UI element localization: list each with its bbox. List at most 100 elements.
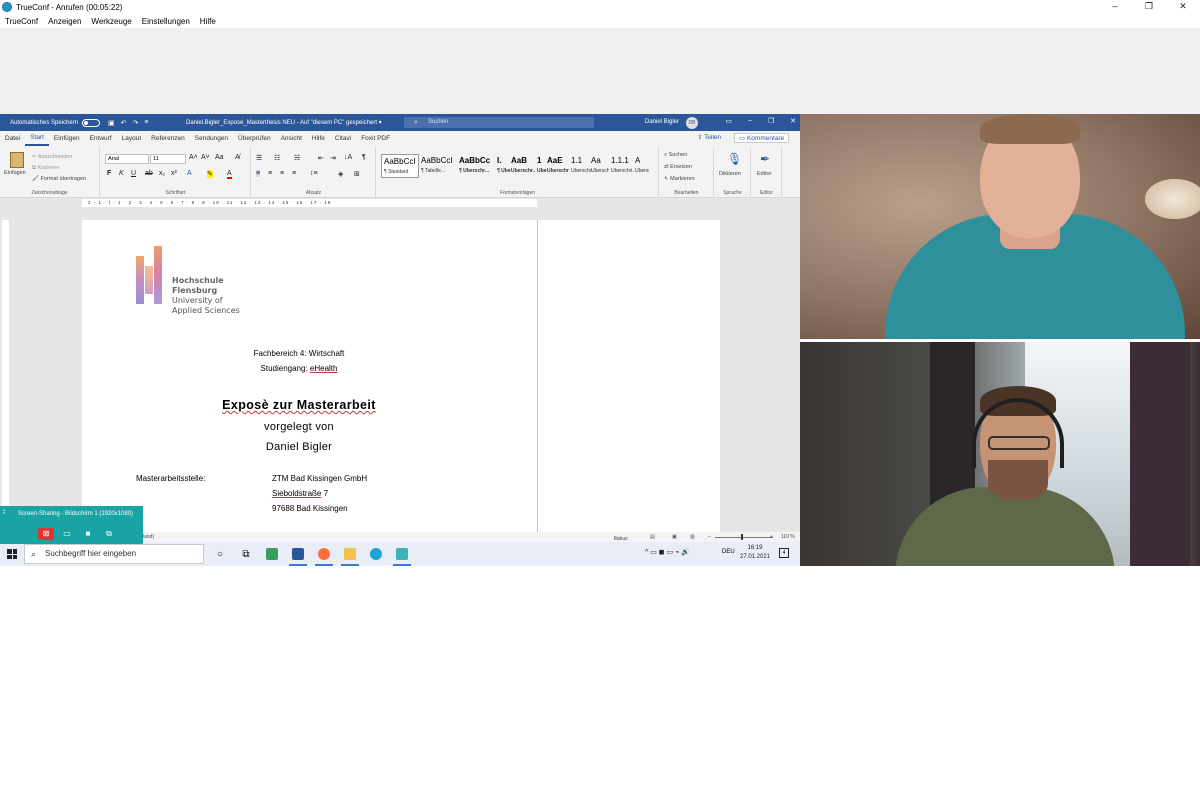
participant-video-1[interactable] [800, 114, 1200, 339]
comments-button[interactable]: ▭ Kommentare [734, 133, 790, 143]
participant-video-2[interactable] [800, 342, 1200, 566]
document-title[interactable]: Daniel.Bigler_Expose_Masterthesis NEU - … [186, 119, 382, 126]
citavi-app-icon[interactable] [259, 542, 285, 566]
word-restore-icon[interactable]: ❐ [768, 117, 774, 125]
format-painter-button[interactable]: 🖌 Format übertragen [32, 176, 86, 182]
minimize-button[interactable]: – [1098, 0, 1132, 14]
save-icon[interactable]: ▣ [108, 119, 115, 127]
print-layout-icon[interactable]: ▣ [672, 534, 677, 540]
cortana-icon[interactable]: ○ [207, 542, 233, 566]
clear-format-icon[interactable]: A̸ [235, 154, 240, 161]
highlight-icon[interactable]: ✎ [207, 170, 213, 178]
bullets-icon[interactable]: ☰ [256, 154, 262, 162]
edge-app-icon[interactable] [363, 542, 389, 566]
tab-foxit-pdf[interactable]: Foxit PDF [356, 135, 395, 142]
redo-icon[interactable]: ↷ [133, 119, 139, 127]
tab-einfuegen[interactable]: Einfügen [49, 135, 85, 142]
drag-handle-icon[interactable]: ⁞⁞ [3, 510, 6, 516]
horizontal-ruler[interactable]: 2 · 1 · | · 1 · 2 · 3 · 4 · 5 · 6 · 7 · … [82, 199, 537, 207]
menu-anzeigen[interactable]: Anzeigen [43, 17, 86, 26]
bold-icon[interactable]: F [107, 170, 111, 177]
sort-icon[interactable]: ↓A [344, 154, 352, 161]
zoom-slider-thumb[interactable] [741, 534, 743, 540]
system-tray[interactable]: ^ ▭ ◼ ▭ ⌁ 🔊 [645, 548, 690, 556]
ribbon-display-icon[interactable]: ▭ [725, 117, 732, 125]
line-spacing-icon[interactable]: ↕≡ [310, 170, 318, 177]
style-standard[interactable]: AaBbCcI ¶ Standard [381, 154, 419, 178]
align-left-icon[interactable]: ≡ [256, 170, 261, 177]
zoom-level[interactable]: 110 % [781, 534, 795, 540]
tab-referenzen[interactable]: Referenzen [146, 135, 190, 142]
replace-button[interactable]: ⇄ Ersetzen [664, 164, 692, 170]
change-case-icon[interactable]: Aa [215, 154, 224, 161]
read-mode-icon[interactable]: ▤ [650, 534, 655, 540]
zoom-slider[interactable] [715, 537, 773, 538]
user-name[interactable]: Daniel Bigler [645, 119, 679, 125]
multilevel-list-icon[interactable]: ☵ [294, 154, 300, 162]
style-heading-7[interactable]: AaÜberschri... [589, 154, 609, 178]
shading-icon[interactable]: ◈ [338, 170, 343, 178]
paste-button[interactable]: Einfügen [4, 170, 26, 176]
font-name-select[interactable]: Arial [105, 154, 149, 164]
style-heading-8[interactable]: 1.1.1 Überschri... [609, 154, 635, 178]
firefox-app-icon[interactable] [311, 542, 337, 566]
zoom-out-icon[interactable]: – [708, 534, 711, 540]
file-explorer-icon[interactable] [337, 542, 363, 566]
microphone-icon[interactable]: 🎙 [727, 152, 742, 166]
align-center-icon[interactable]: ≡ [268, 170, 272, 177]
grow-font-icon[interactable]: A˄ [189, 154, 198, 161]
task-view-icon[interactable]: ⧉ [233, 542, 259, 566]
strikethrough-icon[interactable]: ab [145, 170, 153, 177]
undo-icon[interactable]: ↶ [121, 119, 127, 127]
windows-start-icon[interactable] [7, 549, 17, 559]
tab-ansicht[interactable]: Ansicht [276, 135, 307, 142]
taskbar-clock[interactable]: 16:19 27.01.2021 [740, 544, 770, 562]
word-minimize-icon[interactable]: – [748, 117, 752, 125]
language-indicator[interactable]: DEU [722, 549, 735, 555]
font-color-icon[interactable]: A [227, 170, 232, 179]
zoom-in-icon[interactable]: + [770, 534, 773, 540]
tab-datei[interactable]: Datei [0, 135, 25, 142]
share-screen-icon[interactable]: ▭ [59, 528, 75, 540]
switch-screen-icon[interactable]: ⧉ [101, 528, 117, 540]
tab-hilfe[interactable]: Hilfe [307, 135, 330, 142]
font-size-select[interactable]: 11 [150, 154, 186, 164]
word-close-icon[interactable]: ✕ [790, 117, 796, 125]
underline-icon[interactable]: U [131, 170, 136, 177]
text-effects-icon[interactable]: A [187, 170, 192, 177]
style-tabelle[interactable]: AaBbCcI ¶ Tabelle... [419, 154, 457, 178]
justify-icon[interactable]: ≡ [292, 170, 296, 177]
editor-button[interactable]: Editor [757, 171, 771, 177]
status-language[interactable]: land) [143, 534, 154, 540]
numbering-icon[interactable]: ☷ [274, 154, 280, 162]
vertical-ruler[interactable] [2, 220, 9, 530]
tab-entwurf[interactable]: Entwurf [85, 135, 117, 142]
dictate-button[interactable]: Diktieren [719, 171, 741, 177]
customize-icon[interactable]: ≡ [144, 119, 148, 127]
close-button[interactable]: ✕ [1166, 0, 1200, 14]
word-app-icon[interactable] [285, 542, 311, 566]
taskbar-search-input[interactable]: ⌕ Suchbegriff hier eingeben [24, 544, 204, 564]
increase-indent-icon[interactable]: ⇥ [330, 154, 336, 162]
copy-button[interactable]: ⧉ Kopieren [32, 165, 60, 172]
tab-citavi[interactable]: Citavi [330, 135, 356, 142]
menu-werkzeuge[interactable]: Werkzeuge [86, 17, 136, 26]
find-button[interactable]: ⌕ Suchen [664, 152, 687, 159]
shrink-font-icon[interactable]: A˅ [201, 154, 210, 161]
align-right-icon[interactable]: ≡ [280, 170, 284, 177]
superscript-icon[interactable]: x² [171, 170, 177, 177]
style-heading-1[interactable]: AaBbCc ¶ Überschr... [457, 154, 495, 178]
decrease-indent-icon[interactable]: ⇤ [318, 154, 324, 162]
tab-ueberpruefen[interactable]: Überprüfen [233, 135, 276, 142]
document-page[interactable]: Hochschule Flensburg University of Appli… [82, 220, 720, 532]
paste-icon[interactable] [10, 152, 24, 168]
select-button[interactable]: ↖ Markieren [664, 176, 695, 182]
trueconf-app-icon[interactable] [389, 542, 415, 566]
tab-layout[interactable]: Layout [117, 135, 147, 142]
share-button[interactable]: ⇪ Teilen [697, 133, 721, 141]
tab-sendungen[interactable]: Sendungen [190, 135, 233, 142]
subscript-icon[interactable]: x₂ [159, 170, 165, 177]
avatar[interactable]: DB [686, 117, 698, 129]
style-heading-9[interactable]: AÜberschr... [633, 154, 649, 178]
editor-pen-icon[interactable]: ✒ [760, 152, 770, 166]
